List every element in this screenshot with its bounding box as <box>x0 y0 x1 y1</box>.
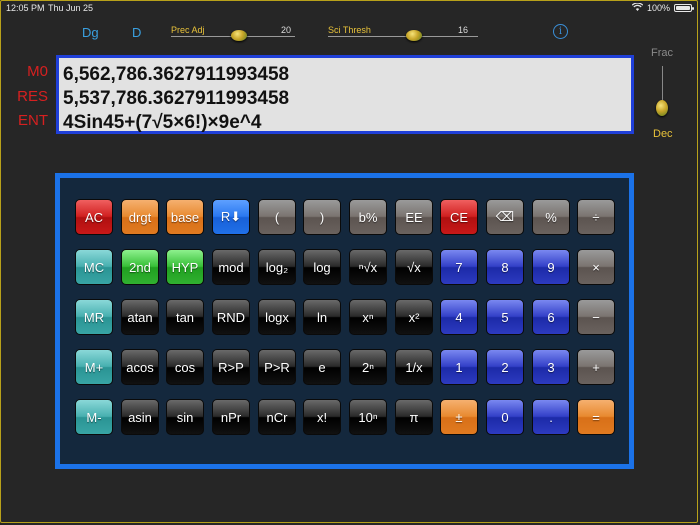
keypad: AC drgt base R⬇ ( ) b% EE CE ⌫ % ÷ MC 2n… <box>55 173 634 469</box>
res-value: 5,537,786.3627911993458 <box>63 88 290 109</box>
wifi-icon <box>631 2 644 13</box>
digit-1-button[interactable]: 1 <box>440 349 478 385</box>
backspace-button[interactable]: ⌫ <box>486 199 524 235</box>
atan-button[interactable]: atan <box>121 299 159 335</box>
polar-to-rect-button[interactable]: P>R <box>258 349 296 385</box>
e-button[interactable]: e <box>303 349 341 385</box>
status-right: 100% <box>631 2 694 13</box>
m0-value: 6,562,786.3627911993458 <box>63 64 290 85</box>
digit-3-button[interactable]: 3 <box>532 349 570 385</box>
digit-4-button[interactable]: 4 <box>440 299 478 335</box>
left-paren-button[interactable]: ( <box>258 199 296 235</box>
x-squared-button[interactable]: x² <box>395 299 433 335</box>
sin-button[interactable]: sin <box>166 399 204 435</box>
mr-button[interactable]: MR <box>75 299 113 335</box>
digit-8-button[interactable]: 8 <box>486 249 524 285</box>
npr-button[interactable]: nPr <box>212 399 250 435</box>
decimal-point-button[interactable]: . <box>532 399 570 435</box>
mc-button[interactable]: MC <box>75 249 113 285</box>
ncr-button[interactable]: nCr <box>258 399 296 435</box>
digit-9-button[interactable]: 9 <box>532 249 570 285</box>
right-paren-button[interactable]: ) <box>303 199 341 235</box>
frac-dec-slider-thumb[interactable] <box>656 100 668 116</box>
factorial-button[interactable]: x! <box>303 399 341 435</box>
digit-5-button[interactable]: 5 <box>486 299 524 335</box>
display-panel: 6,562,786.3627911993458 5,537,786.362791… <box>56 55 634 134</box>
log2-button[interactable]: log₂ <box>258 249 296 285</box>
sci-thresh-value: 16 <box>458 25 469 35</box>
plus-minus-button[interactable]: ± <box>440 399 478 435</box>
prec-adj-value: 20 <box>281 25 292 35</box>
m-plus-button[interactable]: M+ <box>75 349 113 385</box>
acos-button[interactable]: acos <box>121 349 159 385</box>
pi-button[interactable]: π <box>395 399 433 435</box>
ent-label: ENT <box>18 112 48 129</box>
add-button[interactable]: + <box>577 349 615 385</box>
logx-button[interactable]: logx <box>258 299 296 335</box>
rect-to-polar-button[interactable]: R>P <box>212 349 250 385</box>
rnd-button[interactable]: RND <box>212 299 250 335</box>
reciprocal-button[interactable]: 1/x <box>395 349 433 385</box>
prec-adj-label: Prec Adj <box>171 25 205 35</box>
mod-button[interactable]: mod <box>212 249 250 285</box>
dg-toggle[interactable]: Dg <box>82 25 99 40</box>
tan-button[interactable]: tan <box>166 299 204 335</box>
digit-6-button[interactable]: 6 <box>532 299 570 335</box>
second-button[interactable]: 2nd <box>121 249 159 285</box>
battery-percent: 100% <box>646 3 670 13</box>
frac-label: Frac <box>651 47 673 59</box>
digit-0-button[interactable]: 0 <box>486 399 524 435</box>
cos-button[interactable]: cos <box>166 349 204 385</box>
drgt-button[interactable]: drgt <box>121 199 159 235</box>
digit-7-button[interactable]: 7 <box>440 249 478 285</box>
hyp-button[interactable]: HYP <box>166 249 204 285</box>
multiply-button[interactable]: × <box>577 249 615 285</box>
info-icon[interactable]: i <box>553 24 568 39</box>
divide-button[interactable]: ÷ <box>577 199 615 235</box>
base-button[interactable]: base <box>166 199 204 235</box>
sci-thresh-slider-track[interactable] <box>328 36 478 37</box>
m0-label: M0 <box>27 63 48 80</box>
digit-2-button[interactable]: 2 <box>486 349 524 385</box>
roll-down-button[interactable]: R⬇ <box>212 199 250 235</box>
asin-button[interactable]: asin <box>121 399 159 435</box>
equals-button[interactable]: = <box>577 399 615 435</box>
ee-button[interactable]: EE <box>395 199 433 235</box>
percent-button[interactable]: % <box>532 199 570 235</box>
prec-adj-slider-thumb[interactable] <box>231 30 247 41</box>
battery-icon <box>674 4 694 12</box>
b-percent-button[interactable]: b% <box>349 199 387 235</box>
sci-thresh-slider-thumb[interactable] <box>406 30 422 41</box>
status-date: Thu Jun 25 <box>48 3 94 13</box>
ac-button[interactable]: AC <box>75 199 113 235</box>
sci-thresh-label: Sci Thresh <box>328 25 371 35</box>
subtract-button[interactable]: − <box>577 299 615 335</box>
nth-root-button[interactable]: ⁿ√x <box>349 249 387 285</box>
status-bar: 12:05 PM Thu Jun 25 100% <box>0 0 700 16</box>
res-label: RES <box>17 88 48 105</box>
ten-pow-n-button[interactable]: 10ⁿ <box>349 399 387 435</box>
sqrt-button[interactable]: √x <box>395 249 433 285</box>
m-minus-button[interactable]: M- <box>75 399 113 435</box>
status-time: 12:05 PM <box>6 3 45 13</box>
ln-button[interactable]: ln <box>303 299 341 335</box>
log-button[interactable]: log <box>303 249 341 285</box>
two-pow-n-button[interactable]: 2ⁿ <box>349 349 387 385</box>
entry-expression: 4Sin45+(7√5×6!)×9e^4 <box>63 112 262 133</box>
ce-button[interactable]: CE <box>440 199 478 235</box>
dec-label: Dec <box>653 128 673 140</box>
x-pow-n-button[interactable]: xⁿ <box>349 299 387 335</box>
d-toggle[interactable]: D <box>132 25 141 40</box>
